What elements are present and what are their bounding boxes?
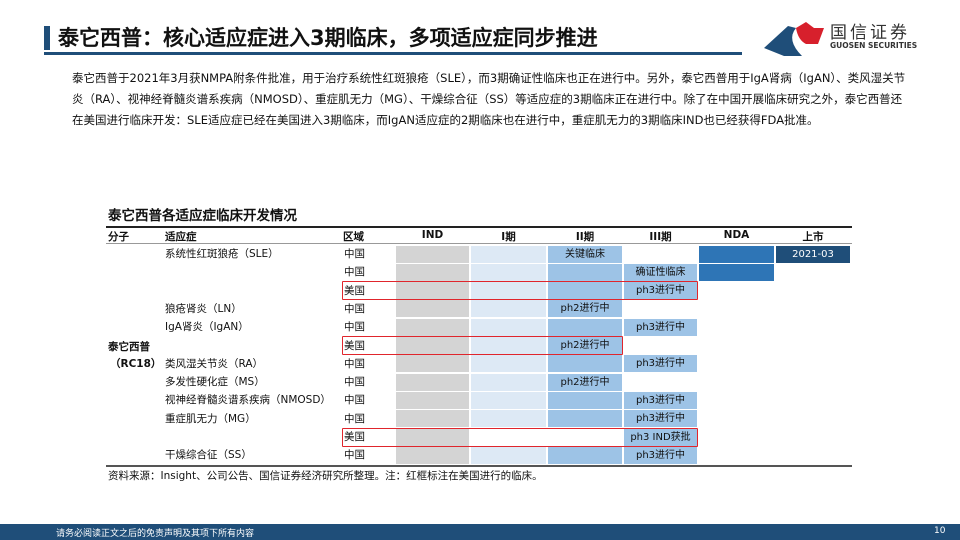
stage-cell <box>699 263 774 281</box>
stage-cell: 关键临床 <box>548 245 622 263</box>
page-number: 10 <box>934 526 946 536</box>
logo-text-en: GUOSEN SECURITIES <box>830 41 918 50</box>
header-rule <box>106 243 852 244</box>
intro-paragraph: 泰它西普于2021年3月获NMPA附条件批准，用于治疗系统性红斑狼疮（SLE），… <box>72 71 906 127</box>
table-bottom-rule <box>106 465 852 467</box>
stage-cell <box>548 446 622 464</box>
indication-label: IgA肾炎（IgAN） <box>165 321 249 334</box>
stage-cell: ph3进行中 <box>624 318 697 336</box>
region-label: 中国 <box>344 248 365 260</box>
region-label: 中国 <box>344 449 365 462</box>
stage-cell <box>471 391 546 409</box>
header-stage-7: NDA <box>723 229 750 241</box>
logo-text-cn: 国信证券 <box>830 23 910 43</box>
header-stage-6: III期 <box>649 231 672 243</box>
indication-label: 视神经脊髓炎谱系疾病（NMOSD） <box>165 394 331 407</box>
region-label: 中国 <box>344 266 365 279</box>
header-molecule: 分子 <box>108 231 129 243</box>
header-indication: 适应症 <box>165 231 197 243</box>
disclaimer-text: 请务必阅读正文之后的免责声明及其项下所有内容 <box>56 529 255 539</box>
header-stage-4: I期 <box>501 231 516 243</box>
stage-cell <box>548 263 622 281</box>
indication-label: 系统性红斑狼疮（SLE） <box>165 248 279 260</box>
stage-cell: ph3进行中 <box>624 410 697 428</box>
stage-cell <box>396 318 469 336</box>
us-trial-highlight <box>342 427 698 447</box>
stage-cell <box>396 446 469 464</box>
stage-cell: ph2进行中 <box>548 373 622 391</box>
region-label: 中国 <box>344 412 365 425</box>
region-label: 中国 <box>344 394 365 407</box>
stage-cell <box>396 300 469 318</box>
header-region: 区域 <box>343 231 364 243</box>
molecule-name: 泰它西普 <box>108 341 150 353</box>
footer-bar: 请务必阅读正文之后的免责声明及其项下所有内容 10 <box>0 524 960 540</box>
stage-cell: ph3进行中 <box>624 446 697 464</box>
stage-cell <box>471 318 546 336</box>
stage-cell <box>548 391 622 409</box>
region-label: 中国 <box>344 357 365 370</box>
page-title: 泰它西普：核心适应症进入3期临床，多项适应症同步推进 <box>58 26 598 50</box>
stage-cell <box>471 355 546 373</box>
us-trial-highlight <box>342 281 698 301</box>
stage-cell <box>699 245 774 263</box>
stage-cell <box>396 245 469 263</box>
indication-label: 重症肌无力（MG） <box>165 412 256 425</box>
indication-label: 狼疮肾炎（LN） <box>165 302 242 315</box>
stage-cell: ph3进行中 <box>624 355 697 373</box>
stage-cell <box>396 373 469 391</box>
indication-label: 多发性硬化症（MS） <box>165 376 265 389</box>
stage-cell <box>548 410 622 428</box>
stage-cell <box>396 263 469 281</box>
molecule-name: （RC18） <box>110 358 162 370</box>
region-label: 中国 <box>344 321 365 334</box>
header-stage-5: II期 <box>575 231 595 243</box>
stage-cell <box>471 263 546 281</box>
region-label: 中国 <box>344 302 365 315</box>
stage-cell <box>624 245 697 263</box>
stage-cell: ph2进行中 <box>548 300 622 318</box>
source-note: 资料来源：Insight、公司公告、国信证券经济研究所整理。注：红框标注在美国进… <box>108 470 543 482</box>
table-top-rule <box>106 226 852 228</box>
table-title: 泰它西普各适应症临床开发情况 <box>108 208 297 224</box>
us-trial-highlight <box>342 336 623 355</box>
header-stage-3: IND <box>421 229 444 241</box>
header-stage-8: 上市 <box>802 231 824 243</box>
stage-cell <box>396 355 469 373</box>
region-label: 中国 <box>344 376 365 389</box>
stage-cell <box>548 355 622 373</box>
indication-label: 干燥综合征（SS） <box>165 449 252 462</box>
stage-cell <box>471 373 546 391</box>
title-accent <box>44 26 50 50</box>
stage-cell <box>471 410 546 428</box>
stage-cell <box>396 391 469 409</box>
stage-cell: ph3进行中 <box>624 391 697 409</box>
indication-label: 类风湿关节炎（RA） <box>165 357 264 370</box>
stage-cell: 2021-03 <box>776 245 850 263</box>
stage-cell <box>471 300 546 318</box>
stage-cell <box>548 318 622 336</box>
stage-cell: 确证性临床 <box>624 263 697 281</box>
title-underline <box>44 52 742 55</box>
stage-cell <box>471 446 546 464</box>
stage-cell <box>396 410 469 428</box>
stage-cell <box>471 245 546 263</box>
